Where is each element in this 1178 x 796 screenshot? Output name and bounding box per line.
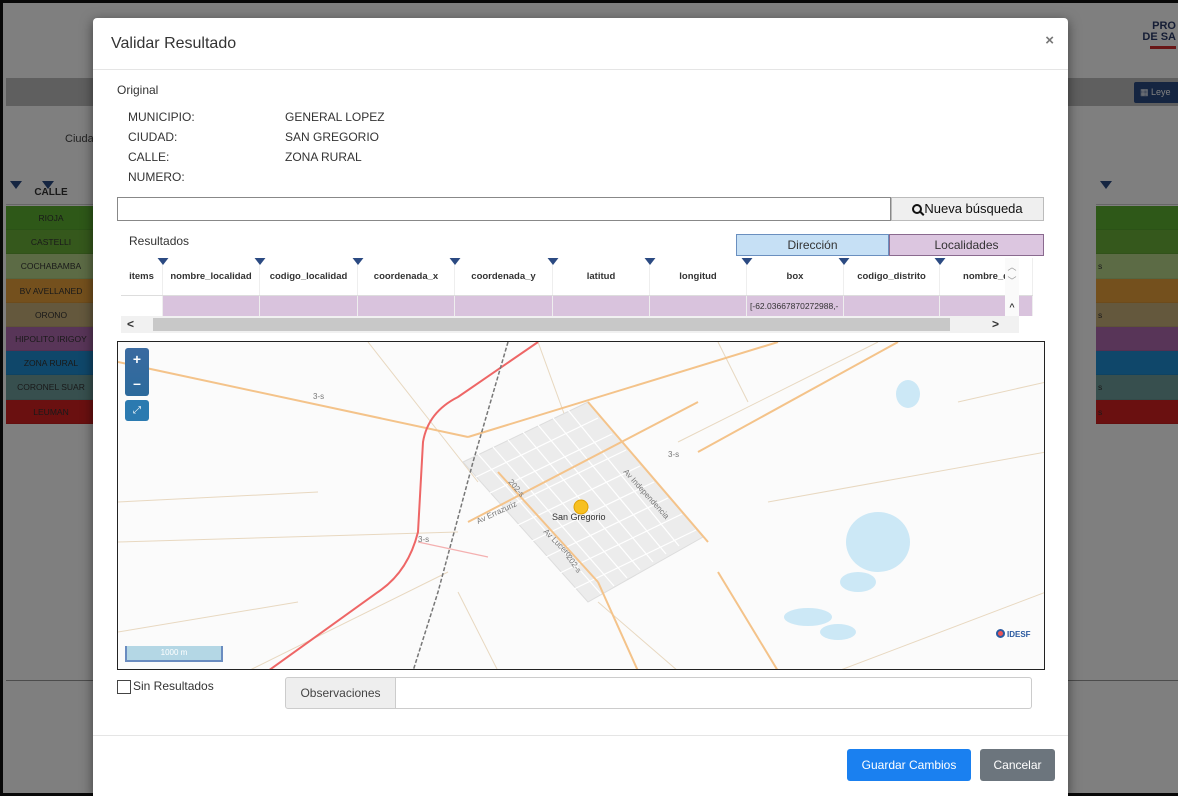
grid-column-label: longitud — [679, 271, 717, 282]
grid-column-header[interactable]: codigo_localidad — [253, 258, 358, 295]
place-label: San Gregorio — [552, 512, 606, 522]
grid-column-label: coordenada_y — [471, 271, 536, 282]
column-filter-icon[interactable] — [351, 258, 365, 265]
grid-column-header[interactable]: coordenada_x — [351, 258, 455, 295]
column-filter-icon[interactable] — [933, 258, 947, 265]
grid-cell[interactable] — [553, 296, 650, 316]
column-filter-icon[interactable] — [253, 258, 267, 265]
cancel-button[interactable]: Cancelar — [980, 749, 1055, 781]
column-filter-icon[interactable] — [837, 258, 851, 265]
grid-column-header[interactable]: codigo_distrito — [837, 258, 940, 295]
grid-column-label: nombre_localidad — [170, 271, 252, 282]
grid-cell[interactable] — [163, 296, 260, 316]
grid-cell[interactable] — [358, 296, 455, 316]
observaciones-input[interactable] — [396, 677, 1032, 709]
tab-direccion[interactable]: Dirección — [736, 234, 889, 256]
original-value: GENERAL LOPEZ — [285, 110, 385, 124]
grid-column-label: coordenada_x — [373, 271, 439, 282]
modal-footer-divider — [93, 735, 1068, 736]
scroll-up-icon[interactable]: ︿ — [1005, 260, 1019, 274]
street-label: 3-s — [313, 392, 324, 401]
original-value: SAN GREGORIO — [285, 130, 380, 144]
grid-column-header[interactable]: coordenada_y — [448, 258, 553, 295]
lakes — [784, 380, 920, 640]
grid-cell[interactable]: [-62.03667870272988,- — [747, 296, 844, 316]
zoom-in-button[interactable]: + — [125, 348, 149, 372]
grid-column-label: latitud — [586, 271, 616, 282]
map-view[interactable]: 3-s 3-s 3-s 202-s Av Independencia Av Er… — [117, 341, 1045, 670]
grid-column-label: nombre_d — [963, 271, 1009, 282]
scrollbar-thumb[interactable] — [153, 318, 950, 331]
modal-header: Validar Resultado × — [93, 18, 1068, 70]
original-value: ZONA RURAL — [285, 150, 362, 164]
validate-result-modal: Validar Resultado × Original MUNICIPIO: G… — [93, 18, 1068, 796]
column-filter-icon[interactable] — [156, 258, 170, 265]
observaciones-label: Observaciones — [285, 677, 396, 709]
close-icon[interactable]: × — [1045, 32, 1054, 49]
map-canvas[interactable]: 3-s 3-s 3-s 202-s Av Independencia Av Er… — [118, 342, 1045, 670]
grid-cell[interactable] — [455, 296, 553, 316]
save-button[interactable]: Guardar Cambios — [847, 749, 971, 781]
search-input[interactable] — [117, 197, 891, 221]
attribution-label: IDESF — [1007, 630, 1031, 639]
idesf-logo-icon — [996, 629, 1005, 638]
zoom-out-button[interactable]: – — [125, 372, 149, 396]
table-row[interactable]: [-62.03667870272988,- — [121, 296, 1033, 316]
local-road — [417, 541, 489, 558]
grid-horizontal-scrollbar[interactable]: < > — [121, 316, 1019, 333]
scroll-right-icon[interactable]: > — [992, 316, 999, 333]
search-icon — [912, 204, 923, 214]
column-filter-icon[interactable] — [643, 258, 657, 265]
grid-column-label: codigo_localidad — [269, 271, 348, 282]
original-row: MUNICIPIO: GENERAL LOPEZ — [128, 107, 385, 127]
street-label: 3-s — [668, 450, 679, 459]
grid-cell[interactable] — [650, 296, 747, 316]
scroll-up-icon[interactable]: ^ — [1005, 300, 1019, 314]
grid-cell[interactable] — [940, 296, 1033, 316]
idesf-attribution[interactable]: IDESF — [996, 629, 1031, 639]
grid-column-header[interactable]: box — [740, 258, 844, 295]
tab-localidades[interactable]: Localidades — [889, 234, 1044, 256]
modal-title: Validar Resultado — [111, 35, 237, 52]
zoom-control: + – — [125, 348, 149, 396]
grid-cell[interactable] — [121, 296, 163, 316]
grid-column-label: box — [786, 271, 804, 282]
scroll-left-icon[interactable]: < — [127, 316, 134, 333]
original-details: MUNICIPIO: GENERAL LOPEZ CIUDAD: SAN GREGO… — [128, 107, 385, 187]
sin-resultados-label[interactable]: Sin Resultados — [133, 679, 214, 693]
column-filter-icon[interactable] — [740, 258, 754, 265]
original-key: CIUDAD: — [128, 130, 178, 144]
original-section-label: Original — [117, 83, 159, 97]
scroll-down-icon[interactable]: ﹀ — [1005, 274, 1019, 288]
grid-cell[interactable] — [260, 296, 358, 316]
sin-resultados-checkbox[interactable] — [117, 680, 131, 694]
grid-column-label: items — [129, 271, 154, 282]
grid-column-header[interactable]: nombre_localidad — [156, 258, 260, 295]
column-filter-icon[interactable] — [448, 258, 462, 265]
original-key: CALLE: — [128, 150, 170, 164]
grid-vertical-scrollbar[interactable]: ︿ ﹀ ^ — [1005, 258, 1019, 316]
column-filter-icon[interactable] — [546, 258, 560, 265]
new-search-button[interactable]: Nueva búsqueda — [891, 197, 1044, 221]
original-key: MUNICIPIO: — [128, 110, 195, 124]
scale-bar: 1000 m — [125, 646, 223, 662]
grid-column-header[interactable]: latitud — [546, 258, 650, 295]
railway — [412, 342, 509, 669]
grid-column-header[interactable]: longitud — [643, 258, 747, 295]
results-label: Resultados — [129, 234, 190, 248]
grid-cell[interactable] — [844, 296, 940, 316]
grid-header: items nombre_localidad codigo_localidad coo… — [121, 258, 1033, 296]
grid-column-header[interactable]: nombre_d — [933, 258, 1033, 295]
original-row: CIUDAD: SAN GREGORIO — [128, 127, 385, 147]
original-row: NUMERO: — [128, 167, 385, 187]
grid-column-label: codigo_distrito — [857, 271, 926, 282]
fullscreen-icon[interactable]: ⤢ — [125, 400, 149, 421]
street-label: 3-s — [418, 535, 429, 544]
original-key: NUMERO: — [128, 170, 185, 184]
new-search-label: Nueva búsqueda — [924, 201, 1023, 216]
original-row: CALLE: ZONA RURAL — [128, 147, 385, 167]
